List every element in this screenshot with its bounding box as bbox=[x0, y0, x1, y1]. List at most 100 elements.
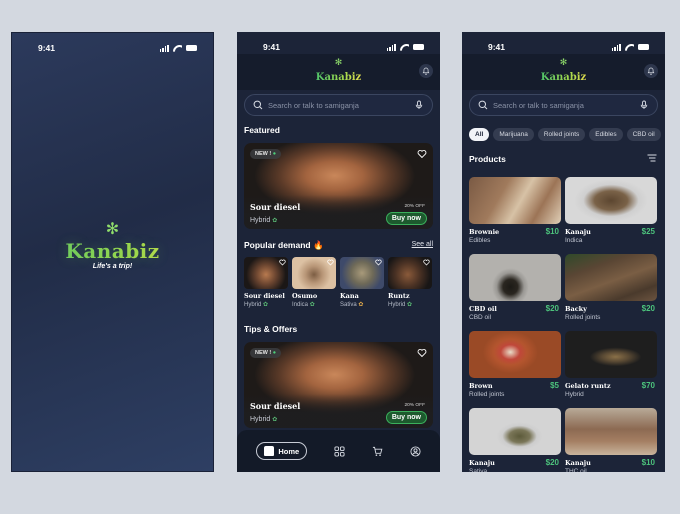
signal-icon bbox=[611, 43, 621, 51]
product-card[interactable]: Gelato runtz $70 Hybrid bbox=[565, 331, 657, 408]
cannabis-leaf-icon: ✻ bbox=[105, 221, 120, 238]
popular-item[interactable]: Sour diesel Hybrid ✿ bbox=[244, 257, 288, 308]
product-image bbox=[244, 257, 288, 289]
tab-profile[interactable] bbox=[410, 445, 421, 457]
product-image bbox=[565, 254, 657, 301]
product-grid: Brownie $10 Edibles Kanaju $25 Indica CBD … bbox=[469, 177, 657, 472]
tips-title: Tips & Offers bbox=[244, 324, 298, 334]
search-icon bbox=[478, 100, 488, 110]
product-card[interactable]: Brownie $10 Edibles bbox=[469, 177, 561, 254]
status-bar: 9:41 bbox=[237, 40, 440, 54]
grid-icon bbox=[334, 445, 345, 457]
tab-categories[interactable] bbox=[334, 445, 345, 457]
chip-edibles[interactable]: Edibles bbox=[589, 128, 623, 141]
product-image bbox=[469, 408, 561, 455]
product-card[interactable]: Kanaju $25 Indica bbox=[565, 177, 657, 254]
status-bar: 9:41 bbox=[462, 40, 665, 54]
product-card[interactable]: Backy $20 Rolled joints bbox=[565, 254, 657, 331]
product-card[interactable]: Kanaju $20 Sativa bbox=[469, 408, 561, 472]
product-image bbox=[469, 177, 561, 224]
profile-icon bbox=[410, 445, 421, 457]
heart-icon[interactable] bbox=[417, 348, 427, 358]
product-name: Sour diesel bbox=[250, 202, 301, 212]
see-all-link[interactable]: See all bbox=[412, 241, 433, 248]
category-chips: All Marijuana Rolled joints Edibles CBD … bbox=[469, 128, 661, 141]
leaf-icon: ✿ bbox=[272, 417, 278, 423]
brand-logo: ✻ Kanabiz bbox=[237, 58, 440, 85]
tab-cart[interactable] bbox=[372, 446, 383, 457]
tips-card[interactable]: NEW ! ● Sour diesel Hybrid ✿ 20% OFF Buy… bbox=[244, 342, 433, 428]
product-card[interactable]: CBD oil $20 CBD oil bbox=[469, 254, 561, 331]
search-input[interactable] bbox=[268, 100, 409, 110]
home-screen: 9:41 ✻ Kanabiz Featured NEW ! ● Sour die… bbox=[237, 32, 440, 472]
new-badge: NEW ! ● bbox=[250, 149, 282, 159]
notifications-button[interactable] bbox=[419, 64, 433, 78]
product-image bbox=[565, 408, 657, 455]
wifi-icon bbox=[173, 45, 182, 52]
product-card[interactable]: Kanaju $10 THC oil bbox=[565, 408, 657, 472]
product-image bbox=[388, 257, 432, 289]
products-screen: 9:41 ✻ Kanabiz All Marijuana Rolled join… bbox=[462, 32, 665, 472]
chip-all[interactable]: All bbox=[469, 128, 490, 141]
search-input[interactable] bbox=[493, 100, 634, 110]
heart-icon[interactable] bbox=[417, 149, 427, 159]
splash-screen: 9:41 ✻ Kanabiz Life's a trip! bbox=[11, 32, 214, 472]
popular-item[interactable]: Runtz Hybrid ✿ bbox=[388, 257, 432, 308]
heart-icon[interactable] bbox=[423, 259, 430, 266]
new-badge: NEW ! ● bbox=[250, 348, 282, 358]
heart-icon[interactable] bbox=[327, 259, 334, 266]
wifi-icon bbox=[400, 44, 409, 51]
discount-label: 20% OFF bbox=[404, 204, 425, 209]
sort-filter-icon[interactable] bbox=[647, 154, 657, 162]
product-name: Sour diesel bbox=[250, 401, 301, 411]
heart-icon[interactable] bbox=[375, 259, 382, 266]
microphone-icon[interactable] bbox=[414, 100, 424, 110]
chip-marijuana[interactable]: Marijuana bbox=[493, 128, 534, 141]
product-image bbox=[565, 177, 657, 224]
cannabis-leaf-icon: ✻ bbox=[334, 57, 343, 67]
brand-name: Kanabiz bbox=[12, 239, 213, 263]
chip-rolled-joints[interactable]: Rolled joints bbox=[537, 128, 586, 141]
search-bar[interactable] bbox=[244, 94, 433, 116]
product-image bbox=[340, 257, 384, 289]
cart-icon bbox=[372, 446, 383, 456]
status-time: 9:41 bbox=[488, 42, 506, 52]
product-image bbox=[469, 331, 561, 378]
product-type: Hybrid ✿ bbox=[250, 416, 278, 423]
product-image bbox=[565, 331, 657, 378]
product-card[interactable]: Brown $5 Rolled joints bbox=[469, 331, 561, 408]
home-icon bbox=[264, 446, 275, 456]
popular-item[interactable]: Kana Sativa ✿ bbox=[340, 257, 384, 308]
splash-logo: ✻ Kanabiz Life's a trip! bbox=[12, 221, 213, 271]
featured-card[interactable]: NEW ! ● Sour diesel Hybrid ✿ 20% OFF Buy… bbox=[244, 143, 433, 229]
signal-icon bbox=[159, 44, 169, 52]
status-bar: 9:41 bbox=[12, 41, 213, 55]
buy-now-button[interactable]: Buy now bbox=[385, 411, 427, 424]
buy-now-button[interactable]: Buy now bbox=[385, 212, 427, 225]
cannabis-leaf-icon: ✻ bbox=[559, 57, 568, 67]
popular-item[interactable]: Osumo Indica ✿ bbox=[292, 257, 336, 308]
search-bar[interactable] bbox=[469, 94, 658, 116]
signal-icon bbox=[386, 43, 396, 51]
wifi-icon bbox=[625, 44, 634, 51]
product-image bbox=[292, 257, 336, 289]
heart-icon[interactable] bbox=[279, 259, 286, 266]
app-header: ✻ Kanabiz bbox=[462, 54, 665, 90]
status-time: 9:41 bbox=[263, 42, 281, 52]
battery-icon bbox=[638, 44, 649, 50]
microphone-icon[interactable] bbox=[639, 100, 649, 110]
chip-cbd-oil[interactable]: CBD oil bbox=[626, 128, 661, 141]
bell-icon bbox=[422, 67, 430, 75]
brand-logo: ✻ Kanabiz bbox=[462, 58, 665, 85]
leaf-icon: ✿ bbox=[272, 218, 278, 224]
status-time: 9:41 bbox=[38, 43, 56, 53]
tagline: Life's a trip! bbox=[92, 263, 133, 270]
search-icon bbox=[253, 100, 263, 110]
tab-home[interactable]: Home bbox=[256, 442, 308, 460]
notifications-button[interactable] bbox=[644, 64, 658, 78]
popular-list: Sour diesel Hybrid ✿ Osumo Indica ✿ Kana… bbox=[244, 257, 432, 308]
products-title: Products bbox=[469, 154, 506, 164]
featured-title: Featured bbox=[244, 125, 280, 135]
battery-icon bbox=[186, 45, 197, 51]
product-image bbox=[469, 254, 561, 301]
